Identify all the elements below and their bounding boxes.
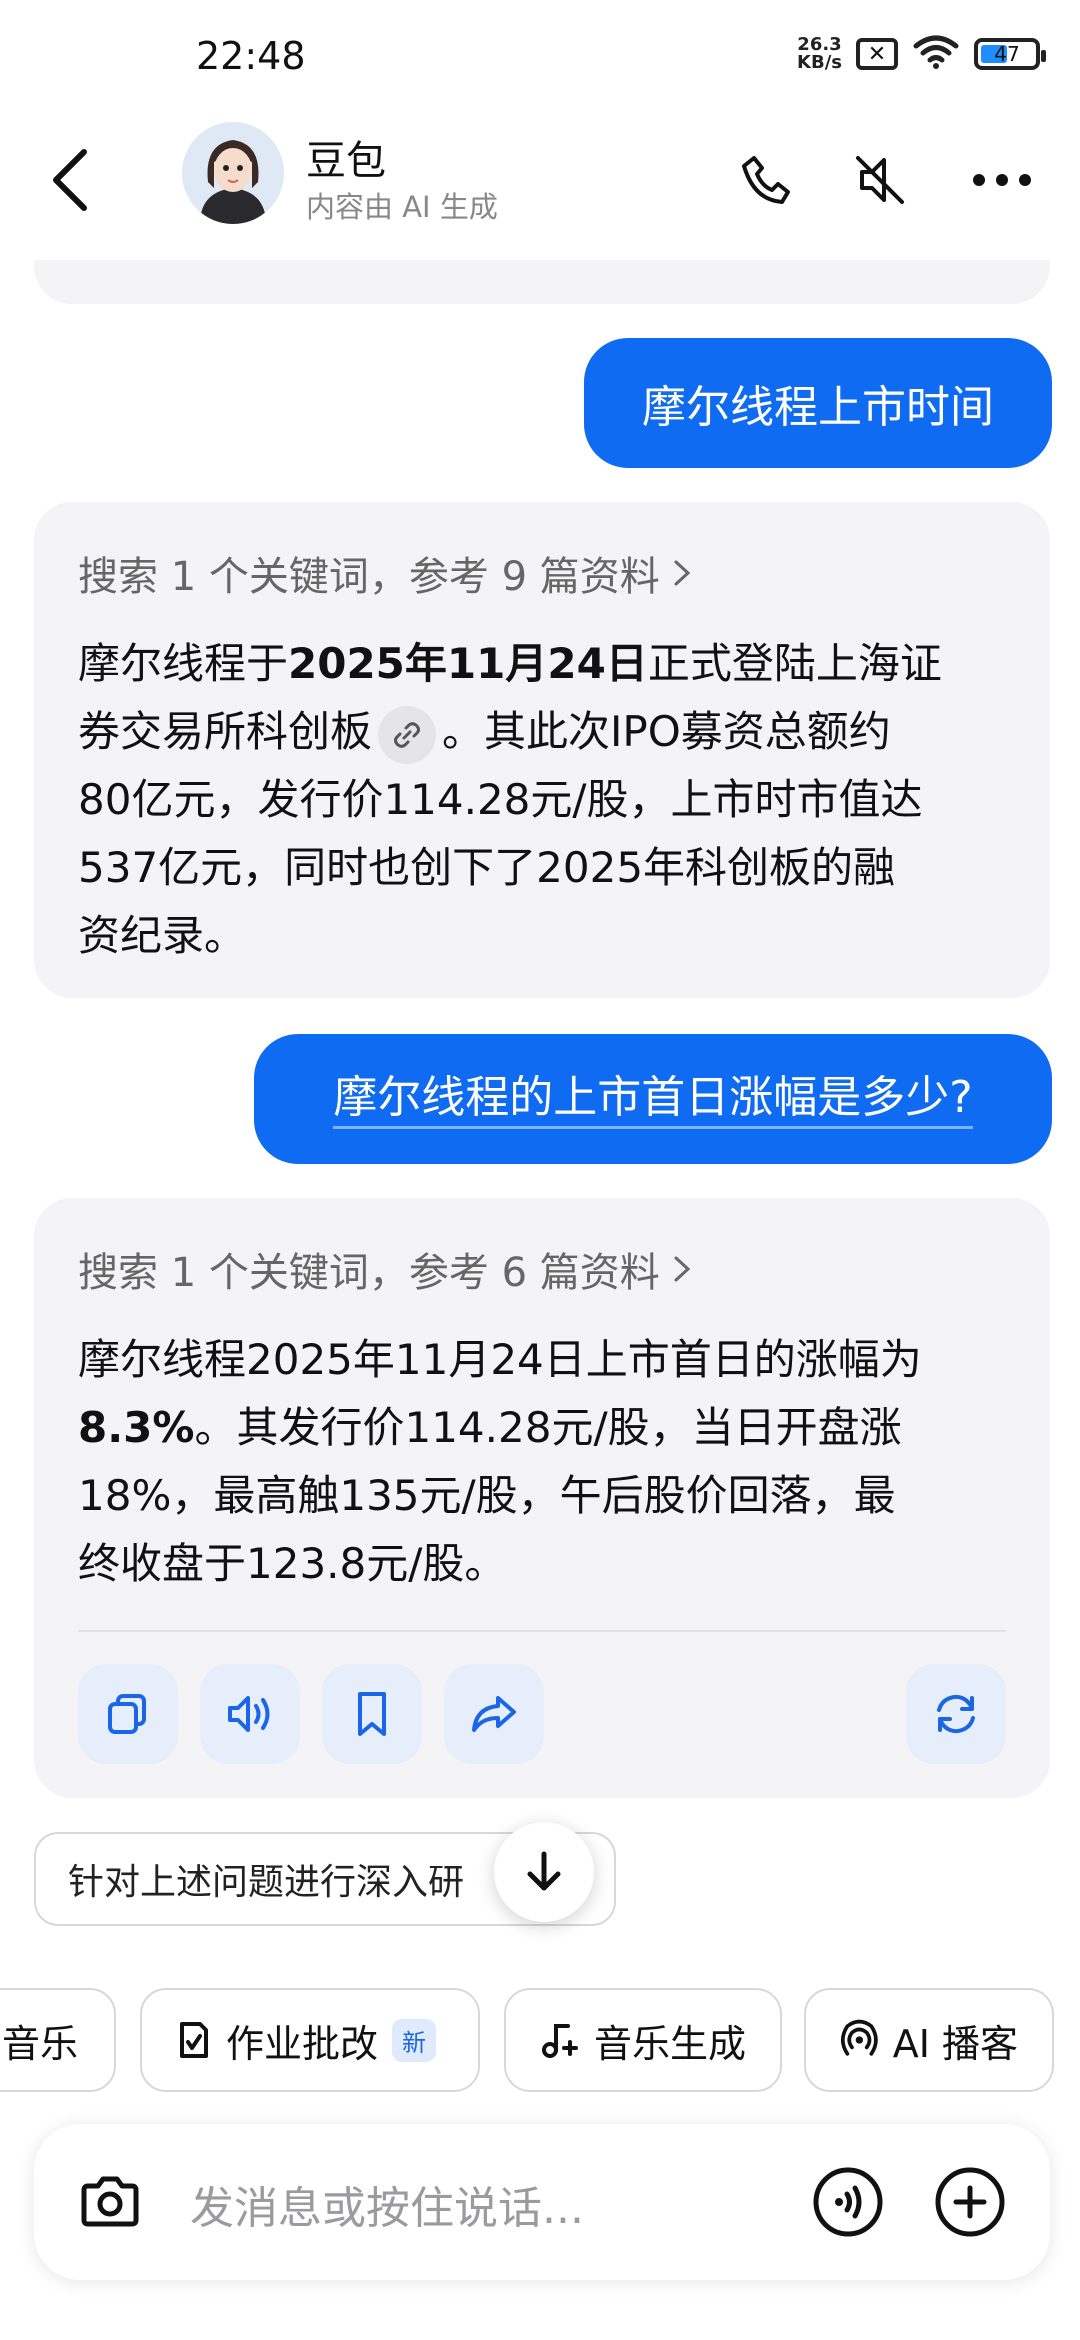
refresh-icon: [937, 1694, 975, 1734]
search-summary: 搜索 1 个关键词，参考 6 篇资料: [78, 1250, 660, 1296]
status-icons: 26.3 KB/s ✕ 47: [797, 34, 1046, 74]
battery-level: 47: [994, 42, 1020, 66]
copy-button[interactable]: [78, 1664, 178, 1764]
wifi-icon: [912, 34, 960, 74]
speaker-icon: [228, 1696, 270, 1732]
back-button[interactable]: [40, 140, 100, 220]
speaker-muted-icon: [856, 156, 904, 204]
reference-link-button[interactable]: [378, 705, 437, 764]
text-line: 摩尔线程2025年11月24日上市首日的涨幅为: [78, 1335, 922, 1384]
plus-circle-icon: [935, 2167, 1005, 2237]
network-speed: 26.3 KB/s: [797, 36, 842, 72]
share-button[interactable]: [444, 1664, 544, 1764]
arrow-down-icon: [527, 1851, 561, 1891]
phone-call-button[interactable]: [726, 140, 806, 220]
message-input[interactable]: 发消息或按住说话...: [190, 2172, 584, 2236]
tool-chip-music-generation[interactable]: 音乐生成: [504, 1988, 782, 2092]
text-bold: 2025年11月24日: [288, 639, 648, 688]
new-badge: 新: [392, 2018, 437, 2062]
copy-icon: [108, 1694, 146, 1734]
ai-message-text: 摩尔线程2025年11月24日上市首日的涨幅为 8.3%。其发行价114.28元…: [78, 1326, 1028, 1598]
back-arrow-icon: [53, 149, 87, 211]
bookmark-button[interactable]: [322, 1664, 422, 1764]
status-time: 22:48: [196, 34, 306, 78]
text-line: 80亿元，发行价114.28元/股，上市时市值达: [78, 775, 923, 824]
divider: [78, 1630, 1006, 1632]
phone-icon: [742, 156, 790, 204]
camera-icon: [81, 2176, 139, 2227]
voice-icon: [813, 2167, 883, 2237]
tool-chip-label: 音乐: [2, 2021, 79, 2066]
status-bar: 22:48 26.3 KB/s ✕ 47: [0, 0, 1080, 110]
user-message[interactable]: 摩尔线程上市时间: [584, 338, 1052, 468]
voice-call-button[interactable]: [808, 2162, 888, 2242]
suggestion-text: 针对上述问题进行深入研: [68, 1862, 465, 1903]
mute-button[interactable]: [840, 140, 920, 220]
search-sources-link[interactable]: 搜索 1 个关键词，参考 9 篇资料: [78, 544, 694, 602]
add-attachment-button[interactable]: [930, 2162, 1010, 2242]
chat-header: 豆包 内容由 AI 生成: [0, 110, 1080, 260]
search-summary: 搜索 1 个关键词，参考 9 篇资料: [78, 554, 660, 600]
battery-icon: 47: [974, 38, 1046, 70]
scroll-to-bottom-button[interactable]: [494, 1822, 594, 1922]
user-message-text: 摩尔线程的上市首日涨幅是多少?: [333, 1070, 973, 1129]
link-icon: [394, 721, 421, 748]
text-span: 。其此次IPO募资总额约: [442, 707, 891, 756]
text-line: 终收盘于123.8元/股。: [78, 1539, 507, 1588]
chevron-right-icon: [674, 560, 690, 586]
message-input-bar: 发消息或按住说话...: [34, 2124, 1050, 2280]
ai-disclaimer: 内容由 AI 生成: [306, 190, 498, 224]
homework-icon: [180, 2022, 208, 2058]
podcast-icon: [840, 2019, 878, 2056]
text-line: 18%，最高触135元/股，午后股价回落，最: [78, 1471, 896, 1520]
read-aloud-button[interactable]: [200, 1664, 300, 1764]
bookmark-icon: [358, 1692, 386, 1736]
network-speed-unit: KB/s: [797, 52, 842, 73]
text-line: 537亿元，同时也创下了2025年科创板的融: [78, 843, 896, 892]
user-message[interactable]: 摩尔线程的上市首日涨幅是多少?: [254, 1034, 1052, 1164]
ai-message: 搜索 1 个关键词，参考 9 篇资料 摩尔线程于2025年11月24日正式登陆上…: [34, 502, 1050, 998]
no-sim-icon: ✕: [856, 38, 898, 70]
more-icon: [973, 174, 1031, 186]
regenerate-button[interactable]: [906, 1664, 1006, 1764]
music-note-icon: [541, 2024, 578, 2058]
tool-chip-label: AI 播客: [892, 2021, 1018, 2066]
camera-button[interactable]: [70, 2162, 150, 2242]
tool-chip-label: 音乐生成: [593, 2021, 746, 2066]
tool-chip-homework[interactable]: 作业批改 新: [140, 1988, 480, 2092]
tool-chip-music[interactable]: 音乐: [0, 1988, 116, 2092]
avatar[interactable]: [182, 122, 284, 224]
share-icon: [472, 1696, 516, 1732]
text-span: 券交易所科创板: [78, 707, 373, 756]
chevron-right-icon: [674, 1256, 690, 1282]
ai-message-text: 摩尔线程于2025年11月24日正式登陆上海证 券交易所科创板 。其此次IPO募资…: [78, 630, 1028, 970]
user-message-text: 摩尔线程上市时间: [642, 382, 994, 433]
text-span: 正式登陆上海证: [647, 639, 942, 688]
text-line: 资纪录。: [78, 911, 247, 960]
search-sources-link[interactable]: 搜索 1 个关键词，参考 6 篇资料: [78, 1240, 694, 1298]
tool-chip-ai-podcast[interactable]: AI 播客: [804, 1988, 1054, 2092]
tool-chip-label: 作业批改: [226, 2021, 379, 2066]
text-span: 摩尔线程于: [78, 639, 289, 688]
page-title: 豆包: [306, 138, 386, 184]
ai-message: 搜索 1 个关键词，参考 6 篇资料 摩尔线程2025年11月24日上市首日的涨…: [34, 1198, 1050, 1798]
more-options-button[interactable]: [962, 140, 1042, 220]
text-bold: 8.3%: [78, 1403, 195, 1452]
text-span: 。其发行价114.28元/股，当日开盘涨: [194, 1403, 902, 1452]
